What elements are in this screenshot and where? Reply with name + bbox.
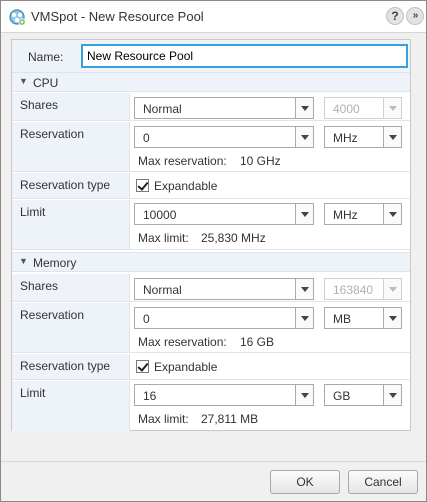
- cpu-section-header[interactable]: ▼ CPU: [12, 72, 410, 92]
- chevron-down-icon: [383, 279, 401, 299]
- cpu-expandable-checkbox[interactable]: [136, 179, 149, 192]
- cpu-reservation-label: Reservation: [12, 122, 130, 171]
- memory-shares-select[interactable]: Normal: [134, 278, 314, 300]
- chevron-down-icon[interactable]: [295, 385, 313, 405]
- chevron-down-icon[interactable]: [295, 127, 313, 147]
- memory-reservation-value: 0: [143, 312, 150, 326]
- memory-limit-unit-select[interactable]: GB: [324, 384, 402, 406]
- cpu-shares-select[interactable]: Normal: [134, 97, 314, 119]
- cpu-max-limit-label: Max limit:: [138, 231, 189, 245]
- help-button[interactable]: ?: [386, 7, 404, 25]
- memory-reservation-unit: MB: [333, 312, 351, 326]
- memory-max-limit-value: 27,811 MB: [201, 412, 259, 426]
- chevron-down-icon[interactable]: [295, 98, 313, 118]
- memory-reservation-type-label: Reservation type: [12, 354, 130, 379]
- cancel-button[interactable]: Cancel: [348, 470, 418, 494]
- chevron-down-icon[interactable]: [383, 308, 401, 328]
- cpu-reservation-type-row: Reservation type Expandable: [12, 173, 410, 199]
- cpu-max-reservation-value: 10 GHz: [240, 154, 281, 168]
- memory-reservation-row: Reservation 0 MB Max reservation: 16 GB: [12, 303, 410, 353]
- chevron-down-icon[interactable]: [383, 127, 401, 147]
- cpu-shares-value: Normal: [143, 102, 182, 116]
- cpu-shares-label: Shares: [12, 93, 130, 120]
- cpu-max-reservation-label: Max reservation:: [138, 154, 227, 168]
- memory-reservation-label: Reservation: [12, 303, 130, 352]
- chevron-down-icon[interactable]: [295, 279, 313, 299]
- memory-shares-value: Normal: [143, 283, 182, 297]
- cpu-max-limit-value: 25,830 MHz: [201, 231, 266, 245]
- memory-max-limit-label: Max limit:: [138, 412, 189, 426]
- cpu-expandable-label[interactable]: Expandable: [154, 179, 217, 193]
- cpu-limit-input[interactable]: 10000: [134, 203, 314, 225]
- memory-max-reservation-label: Max reservation:: [138, 335, 227, 349]
- memory-shares-number-input: 163840: [324, 278, 402, 300]
- memory-reservation-type-row: Reservation type Expandable: [12, 354, 410, 380]
- cpu-shares-row: Shares Normal 4000: [12, 93, 410, 121]
- cpu-shares-number: 4000: [333, 102, 360, 116]
- cpu-reservation-input[interactable]: 0: [134, 126, 314, 148]
- cpu-reservation-type-label: Reservation type: [12, 173, 130, 198]
- chevron-down-icon[interactable]: [295, 308, 313, 328]
- name-row: Name:: [12, 40, 410, 72]
- memory-expandable-checkbox[interactable]: [136, 360, 149, 373]
- memory-limit-row: Limit 16 GB Max limit: 27,811 MB: [12, 381, 410, 431]
- memory-expandable-label[interactable]: Expandable: [154, 360, 217, 374]
- ok-button[interactable]: OK: [270, 470, 340, 494]
- chevron-down-icon: [383, 98, 401, 118]
- memory-limit-label: Limit: [12, 381, 130, 431]
- cpu-limit-unit-select[interactable]: MHz: [324, 203, 402, 225]
- chevron-down-icon[interactable]: [383, 204, 401, 224]
- chevron-down-icon[interactable]: [383, 385, 401, 405]
- resource-pool-icon: [9, 9, 26, 26]
- new-resource-pool-dialog: VMSpot - New Resource Pool ? » Name: ▼ C…: [0, 0, 427, 502]
- settings-panel: Name: ▼ CPU Shares Normal 4000 Reservati…: [11, 39, 411, 431]
- memory-limit-input[interactable]: 16: [134, 384, 314, 406]
- memory-limit-unit: GB: [333, 389, 351, 403]
- memory-section-title: Memory: [33, 256, 77, 270]
- cpu-section-title: CPU: [33, 76, 59, 90]
- cpu-limit-row: Limit 10000 MHz Max limit: 25,830 MHz: [12, 200, 410, 250]
- memory-shares-row: Shares Normal 163840: [12, 274, 410, 302]
- cpu-reservation-row: Reservation 0 MHz Max reservation: 10 GH…: [12, 122, 410, 172]
- cpu-limit-unit: MHz: [333, 208, 358, 222]
- footer-divider: [1, 461, 426, 462]
- collapse-caret-icon: ▼: [19, 76, 28, 86]
- memory-section-header[interactable]: ▼ Memory: [12, 252, 410, 272]
- collapse-caret-icon: ▼: [19, 256, 28, 266]
- dialog-title: VMSpot - New Resource Pool: [31, 9, 204, 24]
- memory-limit-value: 16: [143, 389, 157, 403]
- memory-reservation-input[interactable]: 0: [134, 307, 314, 329]
- cpu-limit-label: Limit: [12, 200, 130, 249]
- title-bar: VMSpot - New Resource Pool ? »: [1, 1, 426, 33]
- expand-button[interactable]: »: [406, 7, 424, 25]
- cpu-reservation-unit-select[interactable]: MHz: [324, 126, 402, 148]
- cpu-reservation-value: 0: [143, 131, 150, 145]
- cpu-reservation-unit: MHz: [333, 131, 358, 145]
- memory-max-reservation-value: 16 GB: [240, 335, 275, 349]
- memory-shares-number: 163840: [333, 283, 374, 297]
- chevron-down-icon[interactable]: [295, 204, 313, 224]
- name-input[interactable]: [81, 44, 408, 68]
- memory-reservation-unit-select[interactable]: MB: [324, 307, 402, 329]
- cpu-limit-value: 10000: [143, 208, 177, 222]
- name-label: Name:: [28, 50, 64, 64]
- memory-shares-label: Shares: [12, 274, 130, 301]
- cpu-shares-number-input: 4000: [324, 97, 402, 119]
